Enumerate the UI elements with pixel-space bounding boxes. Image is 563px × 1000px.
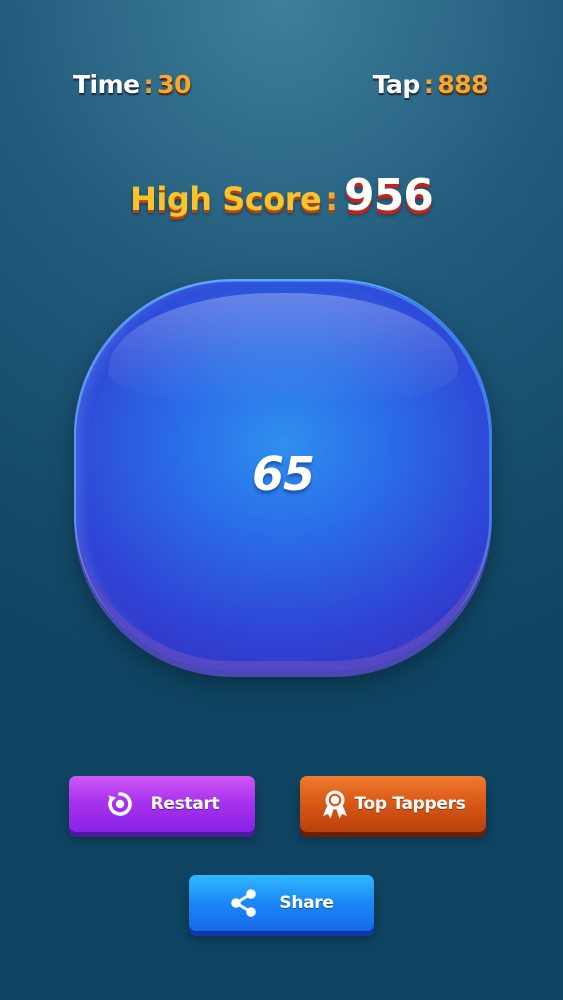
- time-label: Time: [73, 70, 140, 99]
- restart-button[interactable]: Restart: [69, 776, 255, 832]
- restart-icon: [105, 789, 135, 819]
- tap-pad-gloss: [108, 293, 458, 405]
- top-tappers-button[interactable]: Top Tappers: [300, 776, 486, 832]
- restart-label: Restart: [150, 794, 220, 814]
- high-score: High Score:956: [0, 170, 563, 221]
- tap-stat: Tap:888: [372, 70, 489, 99]
- tap-label: Tap: [372, 70, 421, 99]
- high-score-separator: :: [325, 180, 338, 218]
- share-label: Share: [279, 893, 334, 913]
- time-value: 30: [157, 70, 191, 99]
- tap-pad[interactable]: 65: [74, 279, 492, 671]
- high-score-label: High Score: [130, 180, 322, 218]
- tap-count: 65: [251, 447, 315, 501]
- share-button[interactable]: Share: [189, 875, 374, 931]
- award-ribbon-icon: [320, 789, 350, 819]
- share-icon: [229, 888, 259, 918]
- high-score-value: 956: [344, 170, 434, 221]
- game-screen: Time:30 Tap:888 High Score:956 65 Restar…: [0, 0, 563, 1000]
- tap-value: 888: [437, 70, 488, 99]
- time-stat: Time:30: [73, 70, 191, 99]
- time-separator: :: [143, 70, 154, 99]
- tap-separator: :: [423, 70, 434, 99]
- top-tappers-label: Top Tappers: [354, 794, 466, 814]
